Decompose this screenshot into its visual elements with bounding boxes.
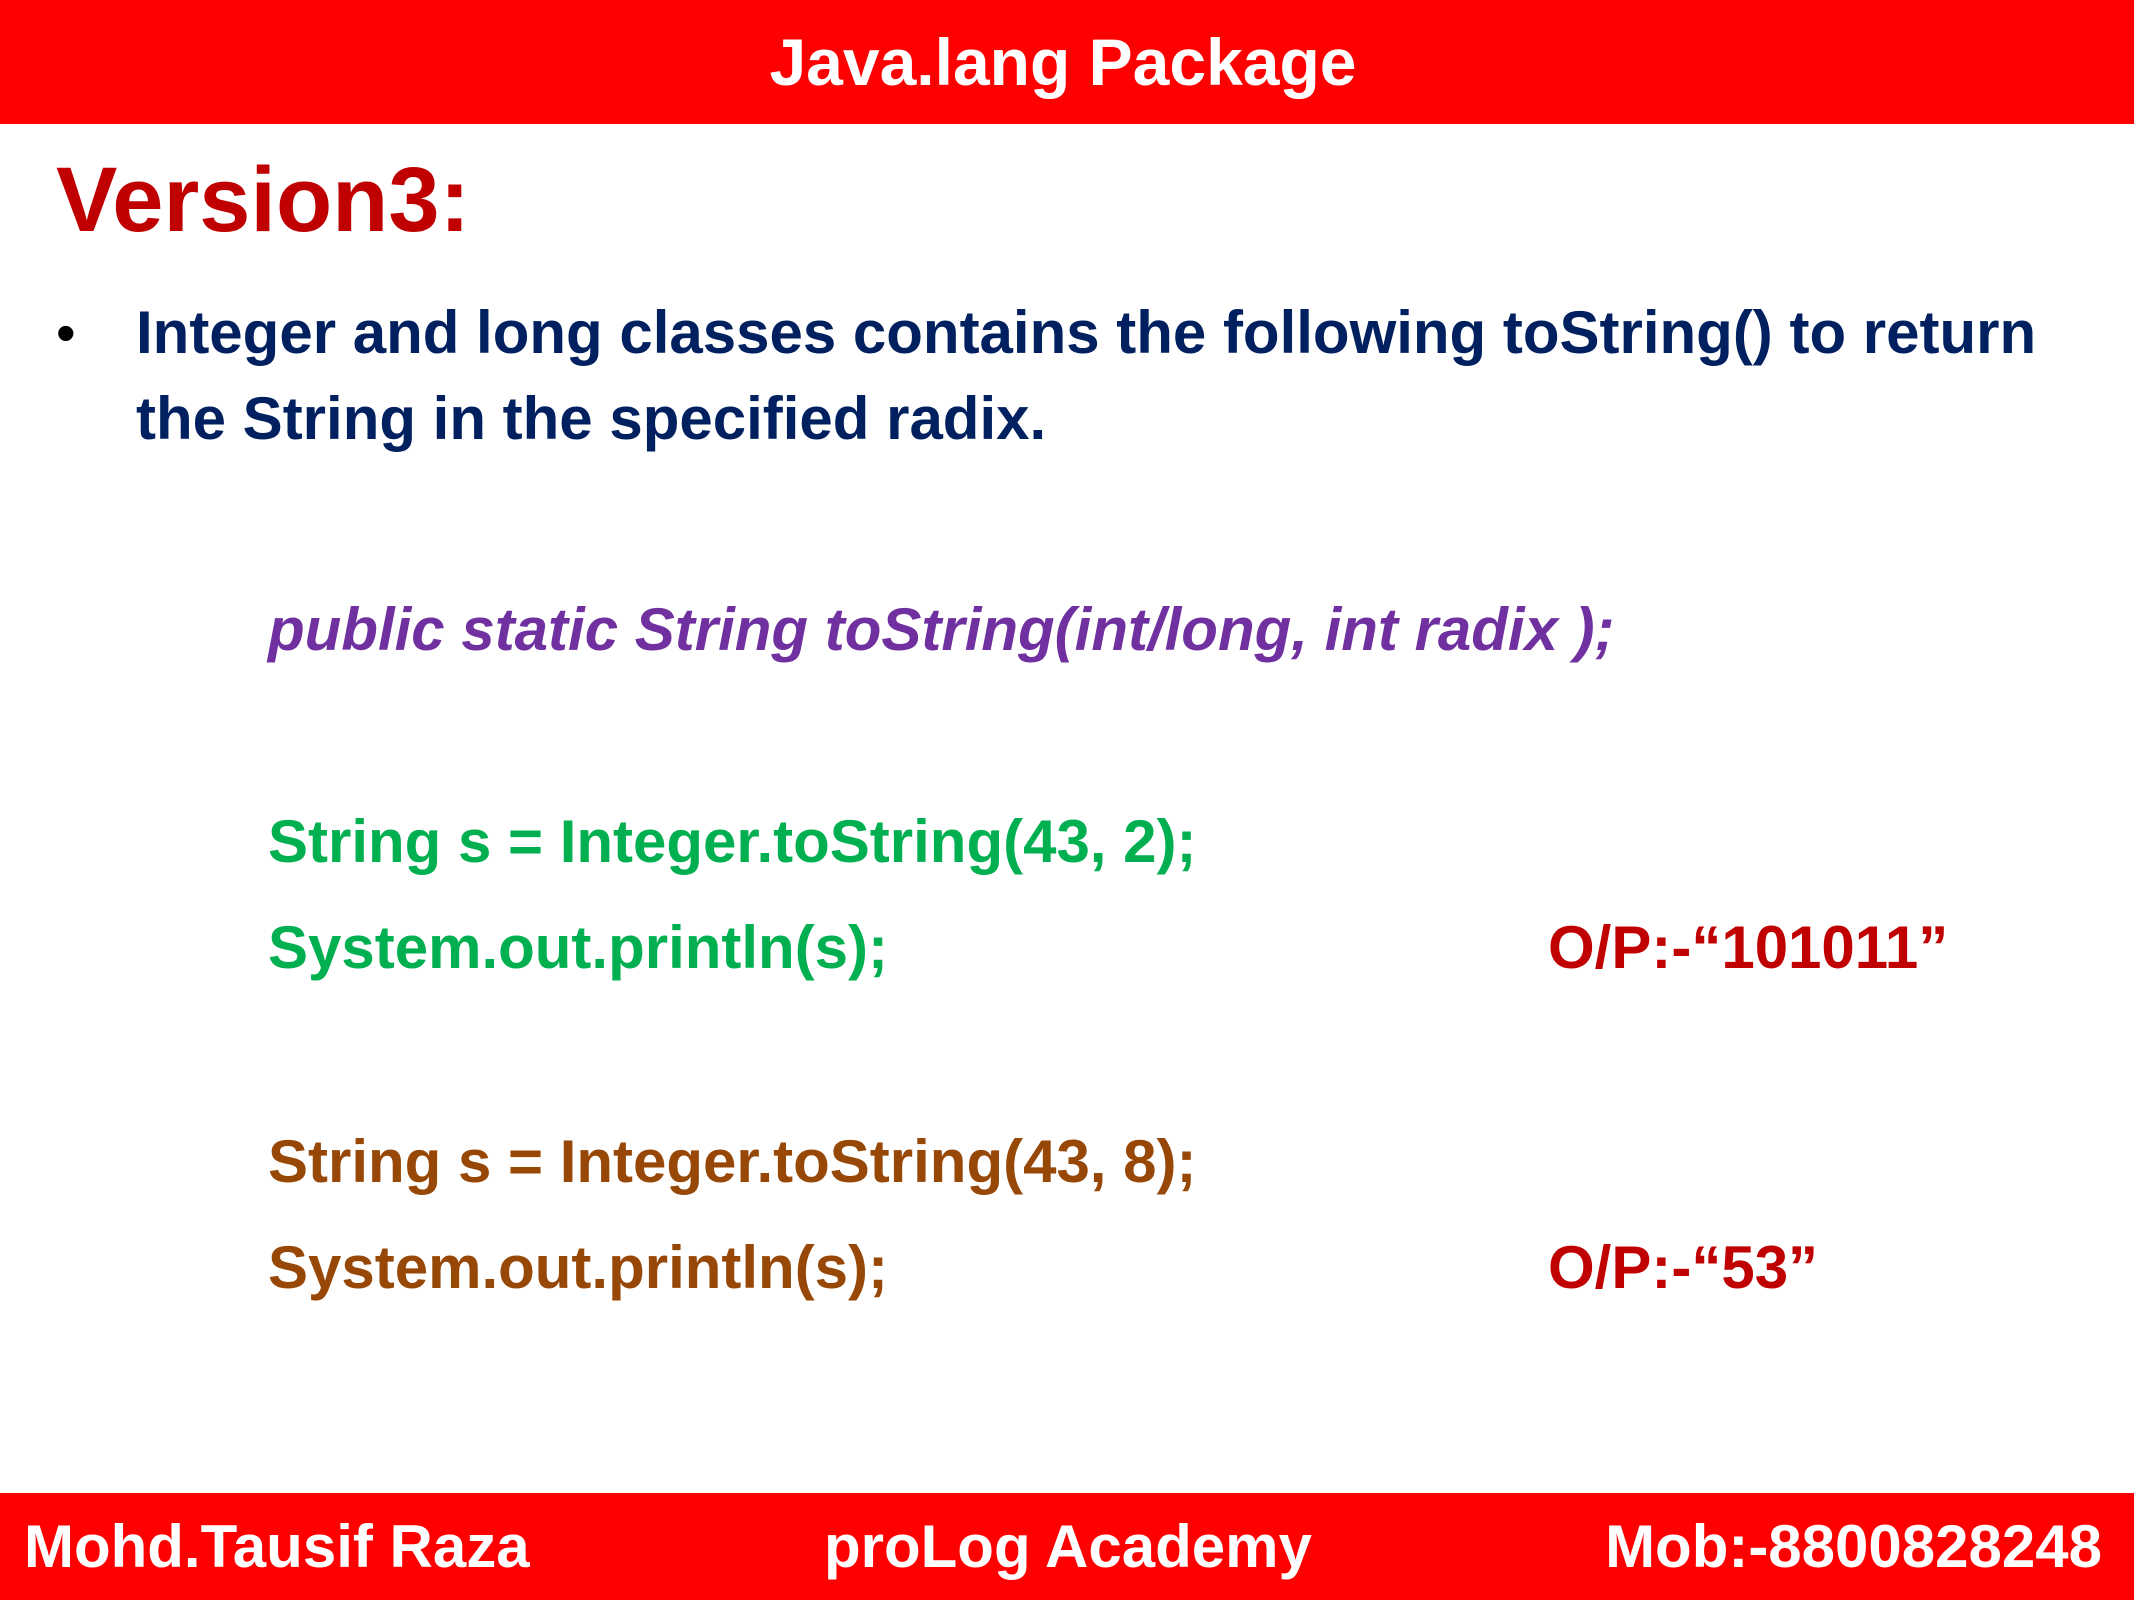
slide-title: Java.lang Package bbox=[769, 25, 1357, 99]
example2-code-line1: String s = Integer.toString(43, 8); bbox=[268, 1128, 1197, 1195]
example1-output: O/P:-“101011” bbox=[1548, 914, 1949, 981]
footer-mobile: Mob:-8800828248 bbox=[1605, 1513, 2102, 1580]
section-heading: Version3: bbox=[56, 149, 471, 251]
bullet-dot-icon: • bbox=[56, 301, 76, 364]
footer-bar: Mohd.Tausif Raza proLog Academy Mob:-880… bbox=[0, 1493, 2134, 1600]
header-bar: Java.lang Package bbox=[0, 0, 2134, 124]
example2-output: O/P:-“53” bbox=[1548, 1234, 1819, 1301]
method-signature: public static String toString(int/long, … bbox=[268, 596, 1615, 663]
example2-code-line2: System.out.println(s); bbox=[268, 1234, 889, 1301]
bullet-text: Integer and long classes contains the fo… bbox=[136, 299, 2037, 452]
footer-academy: proLog Academy bbox=[824, 1513, 1312, 1580]
example1-code-line1: String s = Integer.toString(43, 2); bbox=[268, 808, 1197, 875]
footer-author: Mohd.Tausif Raza bbox=[24, 1513, 530, 1580]
example1-code-line2: System.out.println(s); bbox=[268, 914, 889, 981]
